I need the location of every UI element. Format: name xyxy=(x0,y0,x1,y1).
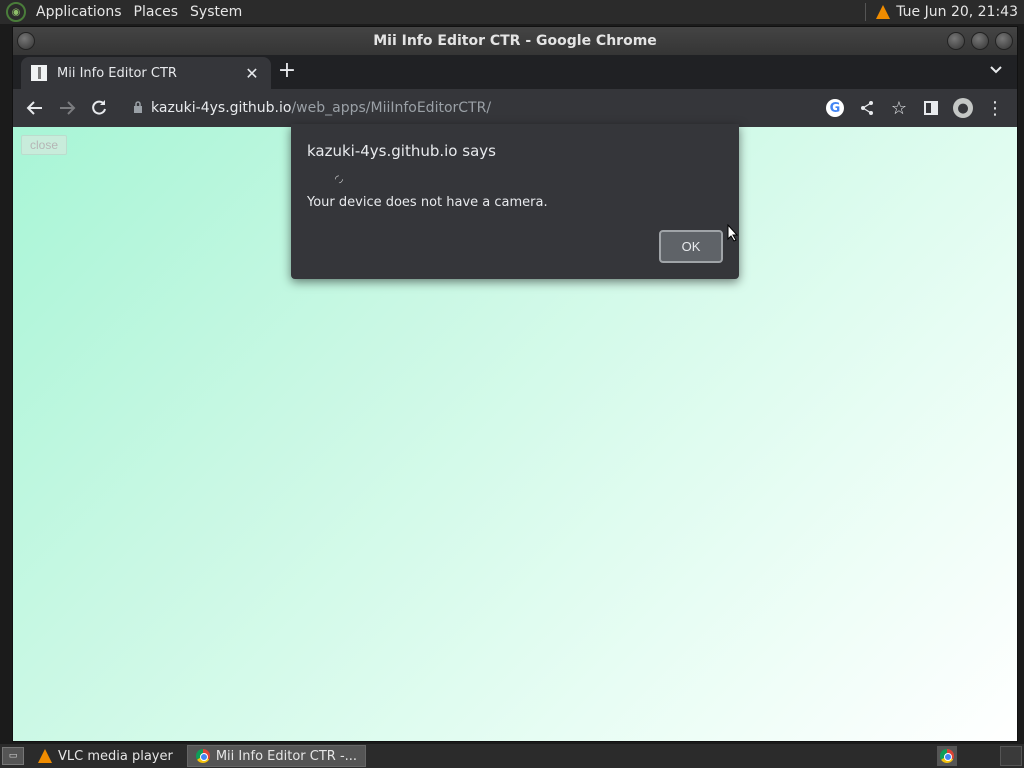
dialog-title: kazuki-4ys.github.io says xyxy=(307,142,496,160)
task-label: VLC media player xyxy=(58,748,173,764)
distro-logo-icon[interactable]: ◉ xyxy=(6,2,26,22)
top-panel: ◉ Applications Places System Tue Jun 20,… xyxy=(0,0,1024,24)
window-close-icon[interactable] xyxy=(995,32,1013,50)
menu-kebab-icon[interactable]: ⋮ xyxy=(979,92,1011,124)
task-vlc[interactable]: VLC media player xyxy=(30,745,181,767)
toolbar-right: ● ⋮ xyxy=(915,92,1011,124)
side-panel-icon[interactable] xyxy=(915,92,947,124)
back-icon[interactable] xyxy=(19,92,51,124)
chrome-icon xyxy=(195,749,210,763)
panel-separator xyxy=(865,3,867,21)
minimize-icon[interactable] xyxy=(947,32,965,50)
reload-icon[interactable] xyxy=(83,92,115,124)
workspace-chrome-icon[interactable] xyxy=(937,746,957,766)
address-bar[interactable]: kazuki-4ys.github.io/web_apps/MiiInfoEdi… xyxy=(123,93,883,123)
maximize-icon[interactable] xyxy=(971,32,989,50)
menu-places[interactable]: Places xyxy=(128,0,185,24)
tab-title: Mii Info Editor CTR xyxy=(57,65,177,81)
tab-mii-info-editor[interactable]: Mii Info Editor CTR ✕ xyxy=(21,57,271,89)
new-tab-icon[interactable]: + xyxy=(275,60,299,84)
task-chrome[interactable]: Mii Info Editor CTR -... xyxy=(186,745,367,767)
google-lens-icon[interactable]: G xyxy=(819,92,851,124)
window-menu-icon[interactable] xyxy=(17,32,35,50)
alert-dialog: kazuki-4ys.github.io says ◜◞ Your device… xyxy=(291,124,739,279)
browser-toolbar: kazuki-4ys.github.io/web_apps/MiiInfoEdi… xyxy=(13,89,1017,127)
profile-avatar-icon[interactable]: ● xyxy=(947,92,979,124)
share-icon[interactable] xyxy=(851,92,883,124)
forward-icon[interactable] xyxy=(51,92,83,124)
bookmark-star-icon[interactable]: ☆ xyxy=(883,92,915,124)
url-host: kazuki-4ys.github.io xyxy=(151,100,292,116)
workspace-switcher[interactable] xyxy=(1000,746,1022,766)
tab-strip: Mii Info Editor CTR ✕ + xyxy=(13,55,1017,89)
url-path: /web_apps/MiiInfoEditorCTR/ xyxy=(291,100,492,116)
show-desktop-icon[interactable]: ▭ xyxy=(2,747,24,765)
lock-icon[interactable] xyxy=(133,100,143,116)
tab-close-icon[interactable]: ✕ xyxy=(243,64,261,83)
task-label: Mii Info Editor CTR -... xyxy=(215,748,358,764)
tab-favicon-icon xyxy=(31,65,47,81)
window-titlebar[interactable]: Mii Info Editor CTR - Google Chrome xyxy=(13,27,1017,55)
mouse-cursor-icon xyxy=(727,223,739,246)
ok-button[interactable]: OK xyxy=(659,230,723,263)
menu-applications[interactable]: Applications xyxy=(30,0,128,24)
clock[interactable]: Tue Jun 20, 21:43 xyxy=(896,4,1018,20)
loading-spinner-icon: ◜◞ xyxy=(335,174,343,185)
window-title: Mii Info Editor CTR - Google Chrome xyxy=(373,33,657,49)
menu-system[interactable]: System xyxy=(184,0,248,24)
dialog-message: Your device does not have a camera. xyxy=(307,195,548,210)
vlc-icon xyxy=(38,749,52,763)
tab-search-chevron-icon[interactable] xyxy=(989,63,1003,79)
panel-tray: Tue Jun 20, 21:43 xyxy=(865,3,1024,21)
taskbar: ▭ VLC media player Mii Info Editor CTR -… xyxy=(0,744,1024,768)
close-button[interactable]: close xyxy=(21,135,67,155)
omnibox-actions: G ☆ xyxy=(819,92,915,124)
vlc-tray-icon[interactable] xyxy=(876,5,891,19)
